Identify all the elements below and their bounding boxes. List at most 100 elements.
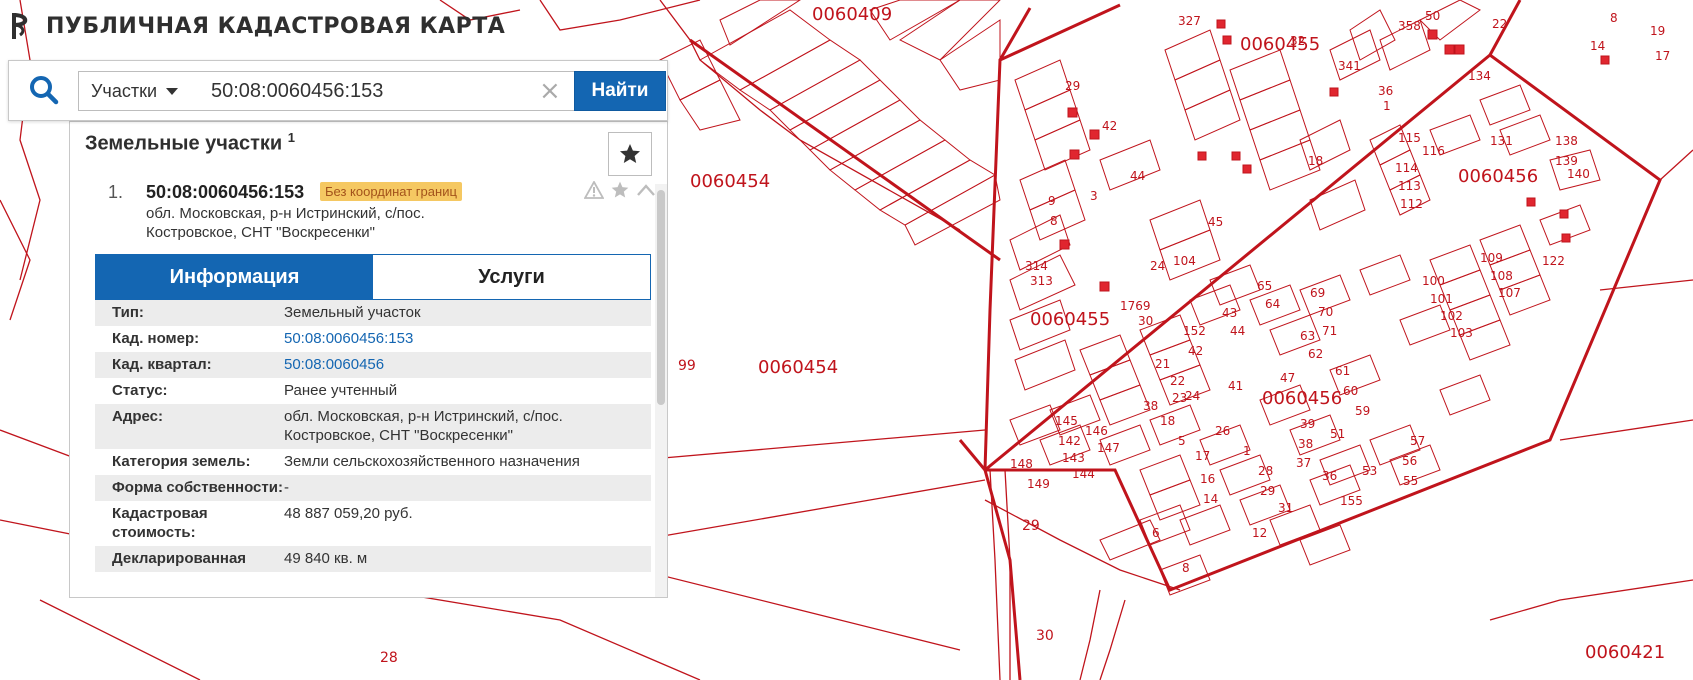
map-parcel-label: 38 <box>1298 437 1313 451</box>
map-quarter-label: 0060454 <box>690 171 770 192</box>
results-header: Земельные участки 1 <box>85 130 295 156</box>
map-parcel-label: 3 <box>1090 189 1098 203</box>
map-parcel-label: 47 <box>1280 371 1295 385</box>
map-quarter-label: 0060455 <box>1240 34 1320 55</box>
tab-services[interactable]: Услуги <box>373 255 650 299</box>
result-tabs: Информация Услуги <box>95 254 651 300</box>
map-parcel-label: 314 <box>1025 259 1048 273</box>
map-parcel-label: 38 <box>1143 399 1158 413</box>
map-parcel-label: 1 <box>1383 99 1391 113</box>
map-parcel-label: 17 <box>1195 449 1210 463</box>
map-parcel-label: 18 <box>1308 154 1323 168</box>
info-row: Тип: Земельный участок <box>95 300 651 326</box>
map-parcel-label: 17 <box>1655 49 1670 63</box>
map-parcel-label: 26 <box>1215 424 1230 438</box>
cadastral-number-link[interactable]: 50:08:0060456:153 <box>284 329 651 348</box>
map-parcel-label: 28 <box>1258 464 1273 478</box>
cadastral-quarter-link[interactable]: 50:08:0060456 <box>284 355 651 374</box>
info-row: Декларированная 49 840 кв. м <box>95 546 651 572</box>
result-item-actions <box>584 180 656 200</box>
map-parcel-label: 42 <box>1102 119 1117 133</box>
app-title: ПУБЛИЧНАЯ КАДАСТРОВАЯ КАРТА <box>46 13 506 39</box>
map-parcel-label: 63 <box>1300 329 1315 343</box>
map-parcel-label: 16 <box>1200 472 1215 486</box>
map-parcel-label: 9 <box>1048 194 1056 208</box>
find-button[interactable]: Найти <box>574 71 666 111</box>
map-parcel-label: 32 <box>1290 34 1305 48</box>
map-parcel-label: 148 <box>1010 457 1033 471</box>
map-parcel-label: 327 <box>1178 14 1201 28</box>
map-parcel-label: 152 <box>1183 324 1206 338</box>
map-parcel-label: 101 <box>1430 292 1453 306</box>
search-icon[interactable] <box>27 73 61 107</box>
chevron-up-icon[interactable] <box>636 183 656 197</box>
map-parcel-label: 138 <box>1555 134 1578 148</box>
info-key: Кад. номер: <box>112 330 200 347</box>
result-item-address: обл. Московская, р-н Истринский, с/пос. … <box>146 205 425 241</box>
clear-icon[interactable]: × <box>539 77 561 105</box>
search-input[interactable] <box>191 71 575 111</box>
search-type-select[interactable]: Участки <box>78 71 192 111</box>
map-parcel-label: 36 <box>1378 84 1393 98</box>
result-item-title[interactable]: 50:08:0060456:153 <box>146 182 304 203</box>
map-parcel-label: 29 <box>1260 484 1275 498</box>
map-quarter-label: 0060456 <box>1262 388 1342 409</box>
map-parcel-label: 140 <box>1567 167 1590 181</box>
info-key: Кадастровая стоимость: <box>112 505 208 541</box>
map-parcel-label: 102 <box>1440 309 1463 323</box>
map-quarter-label: 0060409 <box>812 4 892 25</box>
map-parcel-label: 5 <box>1178 434 1186 448</box>
map-parcel-label: 29 <box>1065 79 1080 93</box>
map-parcel-label: 8 <box>1182 561 1190 575</box>
map-parcel-label: 358 <box>1398 19 1421 33</box>
info-key: Форма собственности: <box>112 479 283 496</box>
app-header: ПУБЛИЧНАЯ КАДАСТРОВАЯ КАРТА <box>8 8 505 44</box>
info-value: Ранее учтенный <box>284 382 398 399</box>
map-parcel-label: 30 <box>1138 314 1153 328</box>
map-parcel-label: 39 <box>1300 417 1315 431</box>
map-parcel-label: 14 <box>1590 39 1605 53</box>
map-parcel-label: 122 <box>1542 254 1565 268</box>
map-parcel-label: 145 <box>1055 414 1078 428</box>
map-parcel-label: 8 <box>1050 214 1058 228</box>
map-parcel-label: 31 <box>1278 501 1293 515</box>
chevron-down-icon <box>166 87 178 95</box>
info-value: 49 840 кв. м <box>284 550 368 567</box>
search-type-label: Участки <box>91 80 157 101</box>
map-parcel-label: 112 <box>1400 197 1423 211</box>
map-parcel-label: 24 <box>1150 259 1165 273</box>
map-parcel-label: 71 <box>1322 324 1337 338</box>
map-parcel-label: 109 <box>1480 251 1503 265</box>
map-quarter-label: 0060454 <box>758 357 838 378</box>
map-parcel-label: 18 <box>1160 414 1175 428</box>
map-parcel-label: 131 <box>1490 134 1513 148</box>
map-parcel-label: 1 <box>1243 444 1251 458</box>
map-parcel-label: 41 <box>1228 379 1243 393</box>
warning-icon[interactable] <box>584 181 604 199</box>
map-parcel-label: 108 <box>1490 269 1513 283</box>
star-icon[interactable] <box>610 180 630 200</box>
results-count: 1 <box>287 130 296 145</box>
map-parcel-label: 59 <box>1355 404 1370 418</box>
info-value: Земли сельскохозяйственного назначения <box>284 453 580 470</box>
map-parcel-label: 146 <box>1085 424 1108 438</box>
map-parcel-label: 37 <box>1296 456 1311 470</box>
map-parcel-label: 155 <box>1340 494 1363 508</box>
info-key: Кад. квартал: <box>112 356 212 373</box>
info-table: Тип: Земельный участок Кад. номер: 50:08… <box>95 300 651 572</box>
tab-info[interactable]: Информация <box>96 255 373 299</box>
favorites-button[interactable] <box>608 132 652 176</box>
map-parcel-label: 139 <box>1555 154 1578 168</box>
map-parcel-label: 12 <box>1252 526 1267 540</box>
map-parcel-label: 1769 <box>1120 299 1151 313</box>
info-key: Тип: <box>112 304 144 321</box>
map-parcel-label: 57 <box>1410 434 1425 448</box>
info-key: Статус: <box>112 382 168 399</box>
map-parcel-label: 142 <box>1058 434 1081 448</box>
results-title: Земельные участки <box>85 132 283 155</box>
map-parcel-label: 43 <box>1222 306 1237 320</box>
scrollbar-thumb[interactable] <box>657 190 665 405</box>
map-parcel-label: 60 <box>1343 384 1358 398</box>
map-parcel-label: 53 <box>1362 464 1377 478</box>
map-parcel-label: 50 <box>1425 9 1440 23</box>
